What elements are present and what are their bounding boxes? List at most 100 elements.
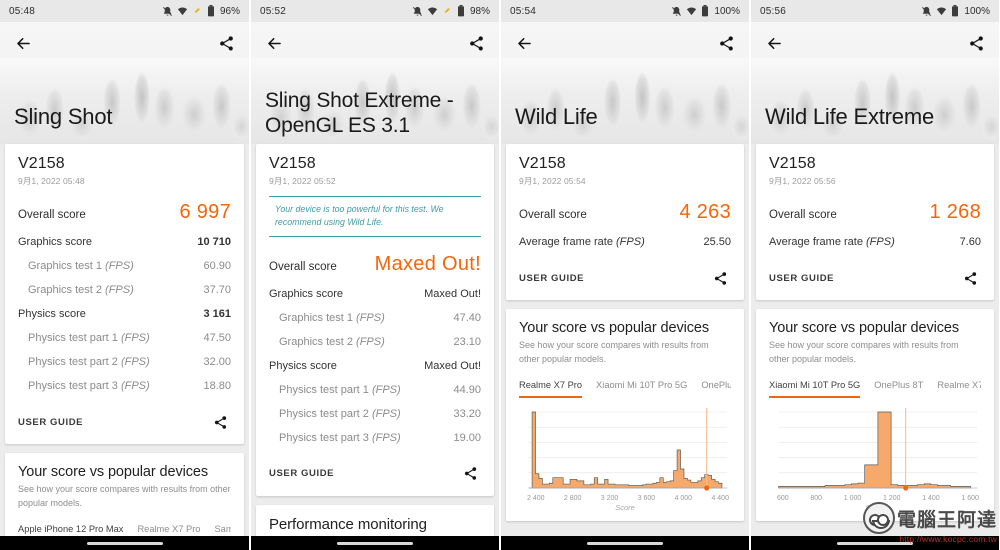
- hero-toolbar: [501, 22, 749, 64]
- row-label: Physics test part 1 (FPS): [279, 383, 401, 396]
- x-tick: 800: [810, 495, 823, 502]
- x-tick: 600: [777, 495, 789, 502]
- overall-score-label: Overall score: [269, 260, 337, 273]
- device-name: V2158: [769, 155, 816, 172]
- status-clock: 05:54: [510, 5, 537, 17]
- wifi-icon: [177, 6, 188, 15]
- device-tab-0[interactable]: Realme X7 Pro: [519, 380, 583, 398]
- compare-subtitle: See how your score compares with results…: [18, 484, 231, 508]
- device-tab-2[interactable]: Realme X7 l: [937, 380, 981, 398]
- overall-score-value: 4 263: [679, 201, 731, 223]
- scroll-body[interactable]: V2158 9月1, 2022 05:48 Overall score 6 99…: [0, 144, 249, 550]
- compare-title: Your score vs popular devices: [769, 320, 960, 336]
- share-icon[interactable]: [459, 463, 481, 485]
- user-guide-link[interactable]: USER GUIDE: [269, 468, 334, 479]
- device-tab-0[interactable]: Xiaomi Mi 10T Pro 5G: [769, 380, 861, 398]
- scroll-body[interactable]: V2158 9月1, 2022 05:56 Overall score 1 26…: [751, 144, 999, 550]
- graphics-score-row: Graphics score 10 710: [18, 230, 231, 254]
- overall-score-row: Overall score 6 997: [18, 187, 231, 230]
- physics-test-3-row: Physics test part 3 (FPS) 18.80: [18, 374, 231, 398]
- device-tab-1[interactable]: Xiaomi Mi 10T Pro 5G: [596, 380, 687, 398]
- device-tab-2[interactable]: OnePlus: [701, 380, 731, 398]
- row-value: 33.20: [453, 407, 481, 420]
- hero-banner: Sling Shot Extreme - OpenGL ES 3.1: [251, 22, 499, 144]
- nav-pill[interactable]: [587, 541, 663, 545]
- row-value: 3 161: [203, 308, 231, 320]
- chart-x-axis-label: Score: [865, 503, 885, 512]
- hero-toolbar: [251, 22, 499, 64]
- phone-screen-wild-life: 05:54 100% Wild Life V2158 9月1, 2022 05:…: [500, 0, 750, 550]
- status-bar: 05:54 100%: [501, 0, 749, 22]
- score-distribution-chart: 600 800 1 000 1 200 1 400 1 600 Score: [769, 408, 981, 512]
- screenshot-root: 05:48 96% Sling Shot V2158 9月1, 2022 05:…: [0, 0, 1000, 550]
- status-icons: 96%: [162, 5, 240, 17]
- notice-text: Your device is too powerful for this tes…: [275, 204, 444, 227]
- overall-score-value: Maxed Out!: [374, 252, 481, 275]
- mute-bell-icon: [672, 6, 682, 16]
- row-value: 47.50: [203, 332, 231, 344]
- status-bar: 05:48 96%: [0, 0, 249, 22]
- overall-score-label: Overall score: [18, 209, 86, 221]
- hero-title: Sling Shot: [14, 104, 113, 130]
- wifi-icon: [937, 6, 947, 15]
- row-label: Graphics test 1 (FPS): [279, 311, 385, 324]
- compare-card: Your score vs popular devices See how yo…: [756, 309, 994, 521]
- user-guide-row: USER GUIDE: [519, 254, 731, 291]
- average-frame-rate-row: Average frame rate (FPS) 7.60: [769, 230, 981, 254]
- row-label: Graphics test 1 (FPS): [28, 260, 134, 272]
- row-value: 60.90: [203, 260, 231, 272]
- share-icon[interactable]: [209, 411, 231, 433]
- row-label: Physics score: [18, 308, 86, 320]
- user-guide-link[interactable]: USER GUIDE: [18, 417, 83, 428]
- user-guide-link[interactable]: USER GUIDE: [519, 273, 584, 284]
- row-label: Graphics test 2 (FPS): [28, 284, 134, 296]
- overall-score-label: Overall score: [769, 209, 837, 221]
- physics-test-1-row: Physics test part 1 (FPS) 44.90: [269, 378, 481, 402]
- mute-bell-icon: [163, 6, 172, 16]
- battery-icon: [702, 5, 709, 17]
- battery-icon: [952, 5, 959, 17]
- device-tab-1[interactable]: OnePlus 8T: [874, 380, 923, 398]
- share-icon[interactable]: [709, 267, 731, 289]
- battery-percent: 100%: [964, 5, 990, 17]
- overall-score-row: Overall score Maxed Out!: [269, 239, 481, 282]
- row-label: Physics test part 1 (FPS): [28, 332, 150, 344]
- status-icons: 98%: [412, 5, 490, 17]
- row-label: Physics test part 2 (FPS): [279, 407, 401, 420]
- result-card: V2158 9月1, 2022 05:54 Overall score 4 26…: [506, 144, 744, 300]
- charging-bolt-icon: [444, 7, 451, 15]
- nav-pill[interactable]: [337, 541, 413, 545]
- row-value: 18.80: [203, 380, 231, 392]
- back-arrow-icon[interactable]: [513, 32, 535, 54]
- share-icon[interactable]: [465, 32, 487, 54]
- share-icon[interactable]: [965, 32, 987, 54]
- nav-pill[interactable]: [86, 541, 163, 545]
- status-icons: 100%: [671, 5, 740, 17]
- scroll-body[interactable]: V2158 9月1, 2022 05:54 Overall score 4 26…: [501, 144, 749, 550]
- nav-pill[interactable]: [837, 541, 913, 545]
- wifi-icon: [427, 6, 438, 15]
- scroll-body[interactable]: V2158 9月1, 2022 05:52 Your device is too…: [251, 144, 499, 550]
- overall-score-label: Overall score: [519, 209, 587, 221]
- share-icon[interactable]: [715, 32, 737, 54]
- share-icon[interactable]: [215, 32, 237, 54]
- row-value: 44.90: [453, 383, 481, 396]
- back-arrow-icon[interactable]: [263, 32, 285, 54]
- back-arrow-icon[interactable]: [763, 32, 785, 54]
- row-value: Maxed Out!: [424, 359, 481, 372]
- compare-subtitle: See how your score compares with results…: [519, 340, 709, 364]
- chart-x-ticks: 600 800 1 000 1 200 1 400 1 600: [769, 494, 981, 502]
- compare-card: Your score vs popular devices See how yo…: [506, 309, 744, 521]
- user-guide-link[interactable]: USER GUIDE: [769, 273, 834, 284]
- user-guide-row: USER GUIDE: [269, 450, 481, 487]
- device-tabs[interactable]: Xiaomi Mi 10T Pro 5G OnePlus 8T Realme X…: [769, 380, 981, 398]
- overall-score-value: 6 997: [179, 201, 231, 223]
- average-frame-rate-row: Average frame rate (FPS) 25.50: [519, 230, 731, 254]
- row-value: 47.40: [453, 311, 481, 324]
- device-tabs[interactable]: Realme X7 Pro Xiaomi Mi 10T Pro 5G OnePl…: [519, 380, 731, 398]
- result-timestamp: 9月1, 2022 05:52: [269, 176, 336, 186]
- phone-screen-wild-life-extreme: 05:56 100% Wild Life Extreme V2158 9月1, …: [750, 0, 1000, 550]
- result-timestamp: 9月1, 2022 05:54: [519, 176, 586, 186]
- back-arrow-icon[interactable]: [12, 32, 34, 54]
- share-icon[interactable]: [959, 267, 981, 289]
